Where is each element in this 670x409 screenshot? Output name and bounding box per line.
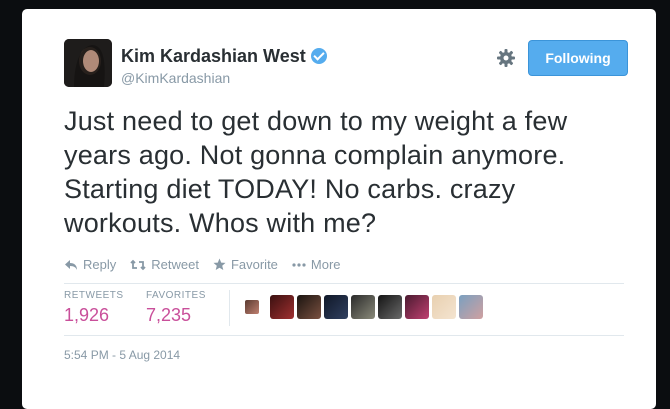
retweet-icon (130, 259, 146, 270)
user-handle[interactable]: @KimKardashian (121, 70, 230, 86)
favoriter-avatar[interactable] (405, 295, 429, 319)
favoriter-avatar[interactable] (270, 295, 294, 319)
favoriter-avatar[interactable] (351, 295, 375, 319)
favorites-count: 7,235 (146, 305, 192, 325)
reply-action[interactable]: Reply (64, 257, 116, 272)
favoriter-avatars (245, 295, 483, 319)
following-button[interactable]: Following (528, 40, 628, 76)
more-action[interactable]: More (292, 257, 341, 272)
display-name-text[interactable]: Kim Kardashian West (121, 46, 306, 66)
reply-icon (65, 259, 77, 270)
reply-label: Reply (83, 257, 117, 272)
verified-badge-icon (310, 48, 327, 64)
favoriter-avatar[interactable] (245, 300, 259, 314)
gear-icon[interactable] (496, 48, 516, 68)
favorites-label: FAVORITES (146, 290, 206, 301)
star-icon (213, 258, 226, 270)
divider (64, 283, 624, 284)
divider (64, 335, 624, 336)
favoriter-avatar[interactable] (459, 295, 483, 319)
more-label: More (310, 257, 341, 272)
avatar[interactable] (64, 39, 112, 87)
tweet-text: Just need to get down to my weight a few… (64, 106, 568, 238)
retweets-label: RETWEETS (64, 290, 124, 301)
retweets-count: 1,926 (64, 305, 110, 325)
more-dots-icon (292, 262, 306, 267)
tweet-timestamp[interactable]: 5:54 PM - 5 Aug 2014 (64, 348, 180, 362)
favoriter-avatar[interactable] (297, 295, 321, 319)
retweet-label: Retweet (151, 257, 199, 272)
favoriter-avatar[interactable] (324, 295, 348, 319)
tweet-actions: Reply Retweet Favorite More (64, 257, 341, 272)
retweet-action[interactable]: Retweet (130, 257, 199, 272)
favorites-stat[interactable]: FAVORITES 7,235 (146, 290, 206, 326)
tweet-card: Kim Kardashian West @KimKardashian Follo… (22, 9, 656, 409)
favoriter-avatar[interactable] (432, 295, 456, 319)
display-name[interactable]: Kim Kardashian West (121, 46, 327, 67)
retweets-stat[interactable]: RETWEETS 1,926 (64, 290, 124, 326)
favoriter-avatar[interactable] (378, 295, 402, 319)
favorite-action[interactable]: Favorite (213, 257, 278, 272)
stat-separator (229, 290, 230, 326)
favorite-label: Favorite (230, 257, 278, 272)
